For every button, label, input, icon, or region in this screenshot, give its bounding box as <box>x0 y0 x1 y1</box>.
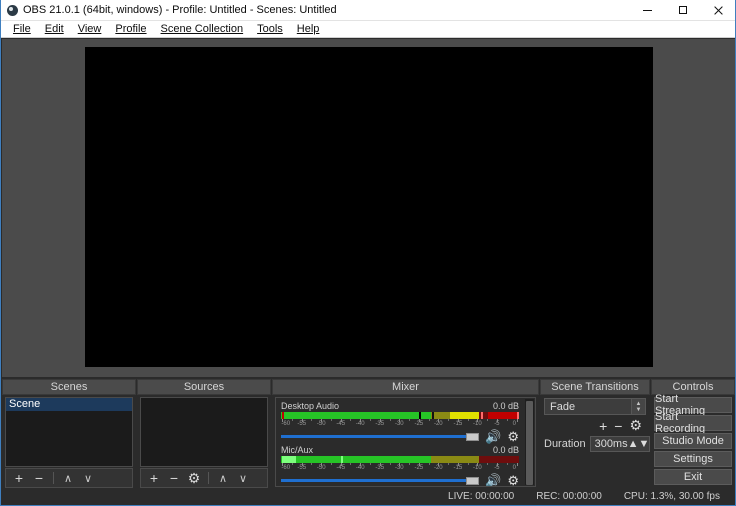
window-controls <box>630 0 735 21</box>
channel-vu-meter <box>281 456 519 463</box>
channel-name: Desktop Audio <box>281 401 340 411</box>
close-icon[interactable] <box>700 0 735 21</box>
toolbar-divider <box>208 472 209 484</box>
transitions-dock-title: Scene Transitions <box>540 379 650 395</box>
mixer-scrollbar-thumb[interactable] <box>526 401 533 485</box>
channel-level: 0.0 dB <box>492 401 519 411</box>
channel-vu-meter <box>281 412 519 419</box>
title-bar: OBS 21.0.1 (64bit, windows) - Profile: U… <box>1 0 735 21</box>
maximize-icon[interactable] <box>665 0 700 21</box>
cpu-fps: CPU: 1.3%, 30.00 fps <box>623 491 720 502</box>
menu-edit[interactable]: Edit <box>38 21 71 37</box>
volume-slider-mic-aux[interactable] <box>281 476 480 485</box>
remove-transition-button[interactable]: − <box>614 418 622 434</box>
mixer-channel-desktop-audio: Desktop Audio 0.0 dB -60 -55 -50 -45 -40… <box>276 398 535 443</box>
duration-label: Duration <box>544 438 586 450</box>
list-item[interactable]: Scene <box>6 398 132 411</box>
menu-help[interactable]: Help <box>290 21 327 37</box>
menu-view-label: View <box>77 23 102 35</box>
menu-tools-label: Tools <box>257 23 283 35</box>
menu-edit-label: Edit <box>44 23 64 35</box>
move-scene-down-button[interactable]: ∨ <box>79 469 97 487</box>
move-source-up-button[interactable]: ∧ <box>214 469 232 487</box>
gear-icon[interactable]: ⚙ <box>507 474 519 486</box>
source-properties-gear-icon[interactable]: ⚙ <box>185 469 203 487</box>
toolbar-divider <box>53 472 54 484</box>
volume-slider-desktop-audio[interactable] <box>281 432 480 441</box>
mixer-dock: Mixer Desktop Audio 0.0 dB -60 -55 -50 -… <box>272 379 539 489</box>
menu-profile-label: Profile <box>115 23 147 35</box>
menu-tools[interactable]: Tools <box>250 21 290 37</box>
scenes-dock-title: Scenes <box>2 379 136 395</box>
duration-spinner-icon[interactable]: ▲▼ <box>628 438 650 450</box>
meter-scale: -60 -55 -50 -45 -40 -35 -30 -25 -20 -15 … <box>281 463 518 471</box>
transition-type-select[interactable]: Fade ▲ ▼ <box>544 398 646 415</box>
add-scene-button[interactable]: + <box>10 469 28 487</box>
scenes-dock: Scenes Scene + − ∧ ∨ <box>2 379 136 489</box>
controls-dock: Controls Start Streaming Start Recording… <box>651 379 735 489</box>
move-scene-up-button[interactable]: ∧ <box>59 469 77 487</box>
menu-scene-collection[interactable]: Scene Collection <box>154 21 251 37</box>
remove-source-button[interactable]: − <box>165 469 183 487</box>
start-recording-button[interactable]: Start Recording <box>654 411 732 435</box>
duration-value: 300ms <box>594 438 628 450</box>
transition-type-value: Fade <box>550 400 576 413</box>
scenes-list[interactable]: Scene <box>5 397 133 467</box>
sources-dock: Sources + − ⚙ ∧ ∨ <box>137 379 271 489</box>
add-source-button[interactable]: + <box>145 469 163 487</box>
window-title: OBS 21.0.1 (64bit, windows) - Profile: U… <box>23 4 337 16</box>
sources-dock-title: Sources <box>137 379 271 395</box>
duration-input[interactable]: 300ms ▲▼ <box>589 436 651 452</box>
studio-mode-button[interactable]: Studio Mode <box>654 433 732 449</box>
settings-button[interactable]: Settings <box>654 451 732 467</box>
dock-row: Scenes Scene + − ∧ ∨ Sources + − ⚙ ∧ ∨ M… <box>2 379 735 489</box>
menu-file-label: File <box>13 23 31 35</box>
mixer-body: Desktop Audio 0.0 dB -60 -55 -50 -45 -40… <box>275 397 536 487</box>
live-time: LIVE: 00:00:00 <box>448 491 515 502</box>
menu-scene-collection-label: Scene Collection <box>160 23 244 35</box>
mixer-scrollbar[interactable] <box>525 399 534 485</box>
menu-help-label: Help <box>296 23 320 35</box>
preview-area[interactable] <box>2 39 735 377</box>
menu-view[interactable]: View <box>71 21 109 37</box>
rec-time: REC: 00:00:00 <box>536 491 602 502</box>
sources-toolbar: + − ⚙ ∧ ∨ <box>140 468 268 488</box>
sources-list[interactable] <box>140 397 268 467</box>
transition-properties-gear-icon[interactable]: ⚙ <box>629 417 642 434</box>
obs-main-window: OBS 21.0.1 (64bit, windows) - Profile: U… <box>0 0 736 506</box>
volume-slider-handle[interactable] <box>466 433 480 441</box>
mixer-dock-title: Mixer <box>272 379 539 395</box>
meter-scale: -60 -55 -50 -45 -40 -35 -30 -25 -20 -15 … <box>281 419 518 427</box>
speaker-icon[interactable]: 🔊 <box>485 474 501 486</box>
status-bar: LIVE: 00:00:00 REC: 00:00:00 CPU: 1.3%, … <box>2 489 734 504</box>
transitions-dock: Scene Transitions Fade ▲ ▼ + − ⚙ Duratio… <box>540 379 651 489</box>
exit-button[interactable]: Exit <box>654 469 732 485</box>
volume-slider-handle[interactable] <box>466 477 480 485</box>
scenes-toolbar: + − ∧ ∨ <box>5 468 133 488</box>
menu-bar: File Edit View Profile Scene Collection … <box>1 21 735 38</box>
remove-scene-button[interactable]: − <box>30 469 48 487</box>
channel-name: Mic/Aux <box>281 445 314 455</box>
spinner-icon[interactable]: ▲ ▼ <box>631 399 645 414</box>
preview-canvas[interactable] <box>85 47 653 367</box>
minimize-icon[interactable] <box>630 0 665 21</box>
obs-logo-icon <box>1 4 23 16</box>
add-transition-button[interactable]: + <box>599 418 607 434</box>
mixer-channel-mic-aux: Mic/Aux 0.0 dB -60 -55 -50 -45 -40 -35 -… <box>276 442 535 486</box>
channel-level: 0.0 dB <box>492 445 519 455</box>
move-source-down-button[interactable]: ∨ <box>234 469 252 487</box>
menu-profile[interactable]: Profile <box>108 21 153 37</box>
menu-file[interactable]: File <box>6 21 38 37</box>
